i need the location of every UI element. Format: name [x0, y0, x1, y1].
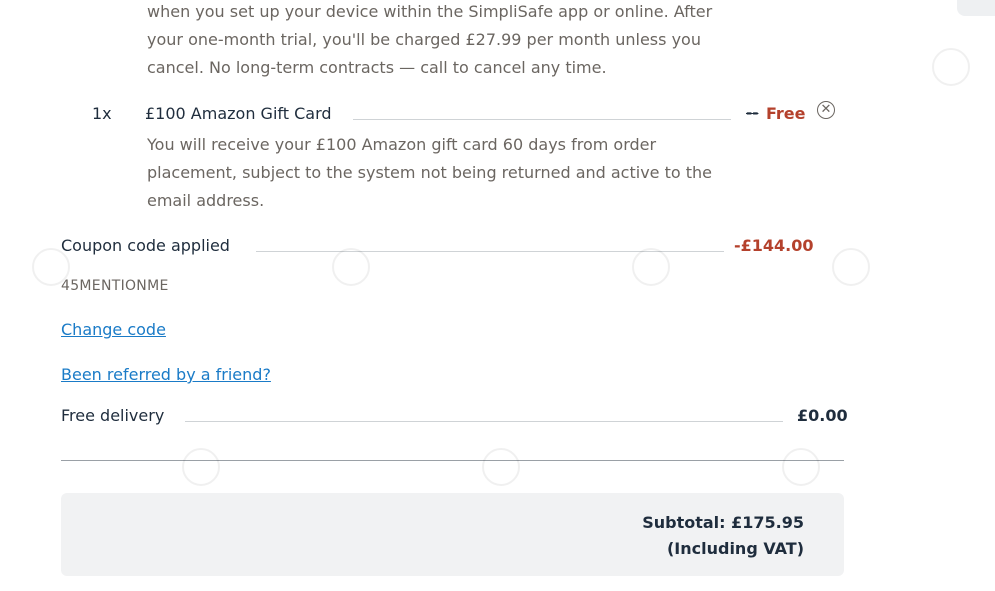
- original-price: --: [746, 104, 759, 122]
- gift-card-description: You will receive your £100 Amazon gift c…: [147, 131, 767, 215]
- watermark-logo: [782, 448, 820, 486]
- subtotal-amount: Subtotal: £175.95: [642, 513, 804, 532]
- delivery-label: Free delivery: [61, 406, 165, 425]
- leader-line: [256, 251, 724, 252]
- leader-line: [353, 119, 731, 120]
- subtotal-panel: Subtotal: £175.95 (Including VAT): [61, 493, 844, 576]
- summary-divider: [61, 460, 844, 461]
- subtotal-text: Subtotal: £175.95 (Including VAT): [642, 510, 804, 562]
- coupon-amount: -£144.00: [734, 236, 814, 255]
- delivery-price: £0.00: [797, 406, 848, 425]
- watermark-logo: [182, 448, 220, 486]
- leader-line: [185, 421, 783, 422]
- watermark-logo: [482, 448, 520, 486]
- gift-card-line-item: 1x £100 Amazon Gift Card -- Free ✕: [0, 96, 995, 128]
- vat-note: (Including VAT): [666, 539, 804, 558]
- referral-link[interactable]: Been referred by a friend?: [61, 365, 271, 384]
- description-line: your one-month trial, you'll be charged …: [147, 30, 701, 49]
- coupon-line-item: Coupon code applied -£144.00: [0, 230, 995, 260]
- item-name: £100 Amazon Gift Card: [145, 104, 332, 123]
- coupon-code: 45MENTIONME: [61, 278, 169, 294]
- close-circle-icon: ✕: [820, 102, 832, 117]
- description-line: when you set up your device within the S…: [147, 2, 713, 21]
- description-line: You will receive your £100 Amazon gift c…: [147, 135, 657, 154]
- description-line: cancel. No long-term contracts — call to…: [147, 58, 607, 77]
- description-line: email address.: [147, 191, 265, 210]
- coupon-label: Coupon code applied: [61, 236, 230, 255]
- monitoring-description: when you set up your device within the S…: [147, 0, 767, 82]
- scroll-tab: [957, 0, 995, 16]
- delivery-line-item: Free delivery £0.00: [0, 400, 995, 430]
- watermark-logo: [932, 48, 970, 86]
- change-code-link[interactable]: Change code: [61, 320, 166, 339]
- description-line: placement, subject to the system not bei…: [147, 163, 712, 182]
- item-quantity: 1x: [92, 104, 112, 123]
- remove-item-button[interactable]: ✕: [817, 101, 835, 119]
- item-price: Free: [766, 104, 806, 123]
